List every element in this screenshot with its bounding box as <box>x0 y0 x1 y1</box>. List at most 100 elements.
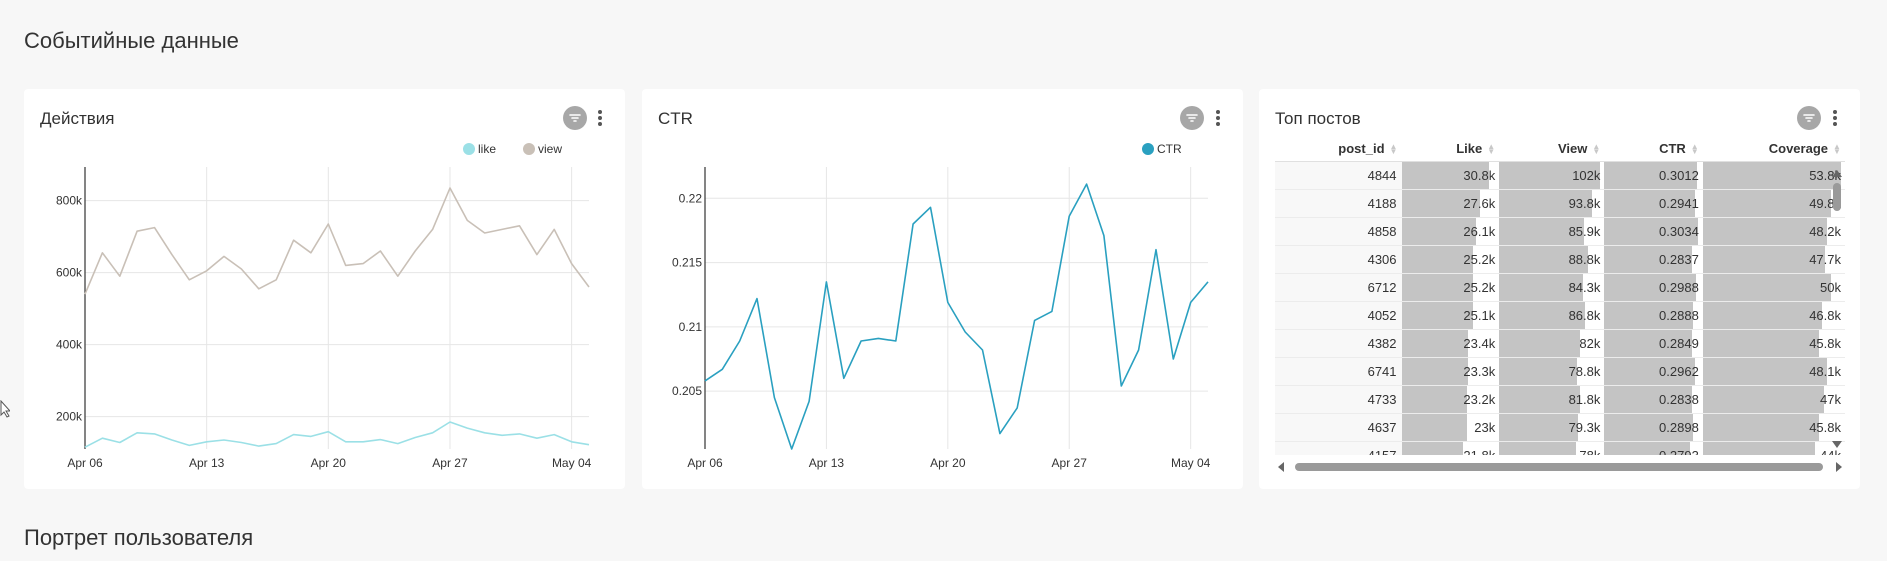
cell-value: 78k <box>1579 448 1604 455</box>
cell-value: 23.2k <box>1463 392 1496 407</box>
cell-like: 26.1k <box>1401 217 1500 246</box>
ctr-chart-card: CTR Apr 06 Apr 13 Apr 20 Apr 27 May 04 0.205 0… <box>642 89 1243 489</box>
cell-value: 86.8k <box>1568 308 1601 323</box>
cell-ctr: 0.2837 <box>1604 245 1703 274</box>
cell-value: 26.1k <box>1463 224 1496 239</box>
cell-bar <box>1401 414 1467 441</box>
legend-label: like <box>478 142 496 156</box>
mouse-pointer-icon <box>0 400 10 418</box>
cell-bar <box>1702 218 1827 245</box>
cell-post-id: 4382 <box>1275 329 1402 358</box>
cell-view: 84.3k <box>1499 273 1605 302</box>
cell-bar <box>1401 330 1468 357</box>
cell-post-id: 6741 <box>1275 357 1402 386</box>
more-options-button[interactable] <box>1830 107 1840 129</box>
cell-value: 0.2837 <box>1659 252 1699 267</box>
cell-value: 78.8k <box>1568 364 1601 379</box>
sort-icon: ▲ ▼ <box>1690 142 1699 157</box>
series-line-view <box>84 187 590 295</box>
cell-value: 93.8k <box>1568 196 1601 211</box>
sort-icon: ▲ ▼ <box>1389 142 1398 157</box>
vertical-scrollbar[interactable] <box>1830 167 1844 453</box>
cell-value: 30.8k <box>1463 168 1496 183</box>
legend-marker <box>523 143 535 155</box>
top-posts-table-viewport[interactable]: post_id ▲ ▼ Like ▲ ▼ View ▲ ▼ CTR ▲ ▼ Coverage ▲ ▼ 484… <box>1275 135 1845 455</box>
cell-value: 85.9k <box>1568 224 1601 239</box>
x-tick-label: Apr 06 <box>687 456 723 470</box>
cell-like: 23.2k <box>1401 385 1500 414</box>
y-tick-label: 600k <box>56 266 83 280</box>
column-header-label: Like <box>1456 140 1483 156</box>
horizontal-scrollbar[interactable] <box>1275 459 1845 475</box>
cell-like: 23.3k <box>1401 357 1500 386</box>
column-header-label: CTR <box>1659 140 1686 156</box>
cell-bar <box>1702 302 1823 329</box>
table-row[interactable]: 4637 23k 79.3k 0.2898 45.8k <box>1275 413 1845 442</box>
column-header-post-id[interactable]: post_id ▲ ▼ <box>1275 135 1402 162</box>
cell-post-id: 6712 <box>1275 273 1402 302</box>
cell-ctr: 0.2898 <box>1604 413 1703 442</box>
x-tick-label: Apr 20 <box>930 456 966 470</box>
scroll-right-arrow-icon <box>1836 462 1842 472</box>
filter-button[interactable] <box>1797 106 1821 130</box>
table-row[interactable]: 4844 30.8k 102k 0.3012 53.8k <box>1275 161 1845 190</box>
cell-view: 82k <box>1499 329 1605 358</box>
cell-bar <box>1702 330 1820 357</box>
cell-like: 25.1k <box>1401 301 1500 330</box>
table-row[interactable]: 4052 25.1k 86.8k 0.2888 46.8k <box>1275 301 1845 330</box>
cell-bar <box>1702 442 1816 455</box>
cell-value: 0.2888 <box>1659 308 1699 323</box>
cell-bar <box>1499 358 1578 385</box>
cell-coverage: 47.7k <box>1702 245 1845 274</box>
column-header-label: post_id <box>1338 140 1385 156</box>
actions-chart-card: Действия Apr 06 Apr 13 Apr 20 Apr 27 May 04 2… <box>24 89 625 489</box>
cell-like: 30.8k <box>1401 161 1500 190</box>
cell-coverage: 45.8k <box>1702 413 1845 442</box>
cell-value: 0.3012 <box>1659 168 1699 183</box>
table-row[interactable]: 4306 25.2k 88.8k 0.2837 47.7k <box>1275 245 1845 274</box>
table-row[interactable]: 4188 27.6k 93.8k 0.2941 49.8k <box>1275 189 1845 218</box>
sort-icon: ▲ ▼ <box>1833 142 1841 157</box>
table-row[interactable]: 6712 25.2k 84.3k 0.2988 50k <box>1275 273 1845 302</box>
cell-coverage: 48.1k <box>1702 357 1845 386</box>
cell-ctr: 0.2793 <box>1604 441 1703 455</box>
cell-view: 81.8k <box>1499 385 1605 414</box>
cell-view: 78k <box>1499 441 1605 455</box>
cell-value: 23.3k <box>1463 364 1496 379</box>
column-header-coverage[interactable]: Coverage ▲ ▼ <box>1702 135 1845 162</box>
column-header-label: Coverage <box>1768 140 1828 156</box>
table-row[interactable]: 4157 21.8k 78k 0.279344k <box>1275 441 1845 455</box>
scroll-down-arrow-icon <box>1832 441 1842 448</box>
y-tick-label: 200k <box>56 410 83 424</box>
table-row[interactable]: 4858 26.1k 85.9k 0.3034 48.2k <box>1275 217 1845 246</box>
sort-icon: ▲ ▼ <box>1487 142 1496 157</box>
scroll-left-arrow-icon <box>1278 462 1284 472</box>
y-tick-label: 0.21 <box>679 320 703 334</box>
cell-value: 25.2k <box>1463 280 1496 295</box>
cell-view: 79.3k <box>1499 413 1605 442</box>
cell-view: 93.8k <box>1499 189 1605 218</box>
cell-bar <box>1702 246 1826 273</box>
cell-value: 0.2793 <box>1659 448 1703 455</box>
table-row[interactable]: 4382 23.4k 82k 0.2849 45.8k <box>1275 329 1845 358</box>
table-row[interactable]: 4733 23.2k 81.8k 0.2838 47k <box>1275 385 1845 414</box>
cell-like: 25.2k <box>1401 245 1500 274</box>
cell-coverage: 47k <box>1702 385 1845 414</box>
column-header-view[interactable]: View ▲ ▼ <box>1499 135 1605 162</box>
cell-post-id: 4637 <box>1275 413 1402 442</box>
column-header-ctr[interactable]: CTR ▲ ▼ <box>1604 135 1703 162</box>
cell-value: 84.3k <box>1568 280 1601 295</box>
series-line-ctr <box>704 183 1209 450</box>
cell-value: 0.2849 <box>1659 336 1699 351</box>
more-vertical-icon <box>1833 110 1837 114</box>
cell-like: 23.4k <box>1401 329 1500 358</box>
vertical-scroll-thumb <box>1833 183 1841 211</box>
cell-ctr: 0.2838 <box>1604 385 1703 414</box>
cell-bar <box>1401 358 1468 385</box>
series-line-like <box>84 421 590 448</box>
cell-bar <box>1702 386 1824 413</box>
table-row[interactable]: 6741 23.3k 78.8k 0.2962 48.1k <box>1275 357 1845 386</box>
column-header-like[interactable]: Like ▲ ▼ <box>1401 135 1500 162</box>
cell-value: 88.8k <box>1568 252 1601 267</box>
cell-post-id: 4052 <box>1275 301 1402 330</box>
